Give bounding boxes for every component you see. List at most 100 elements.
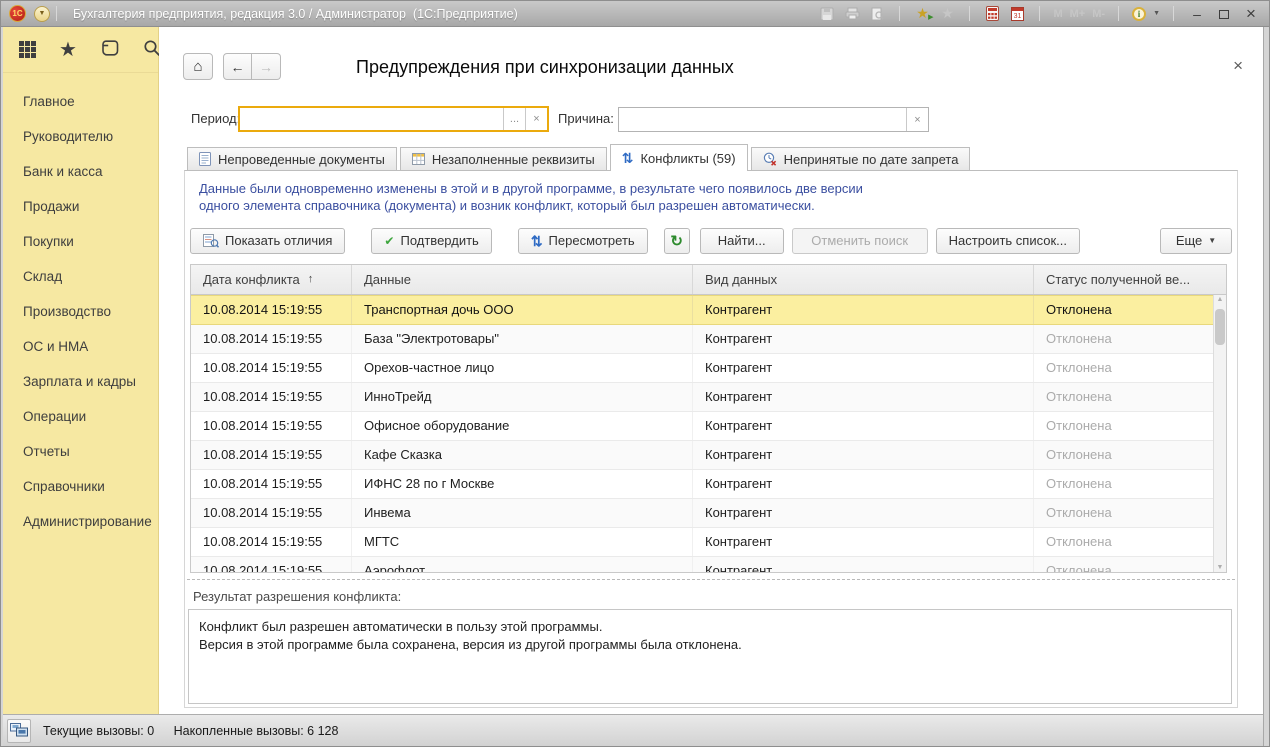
- favorites-icon[interactable]: ★: [938, 5, 956, 22]
- sidebar-item[interactable]: Склад: [1, 259, 158, 294]
- add-to-favorites-icon[interactable]: ★ ▶: [913, 5, 931, 22]
- sidebar-item[interactable]: Операции: [1, 399, 158, 434]
- scroll-up-icon[interactable]: ▲: [1214, 296, 1226, 303]
- status-calls-text: Текущие вызовы: 0 Накопленные вызовы: 6 …: [43, 724, 354, 738]
- cancel-search-button[interactable]: Отменить поиск: [792, 228, 928, 254]
- sidebar-item[interactable]: Справочники: [1, 469, 158, 504]
- calculator-icon[interactable]: [983, 5, 1001, 22]
- save-icon[interactable]: [818, 5, 836, 22]
- home-button[interactable]: ⌂: [183, 53, 213, 80]
- tab-rejected-by-date[interactable]: Непринятые по дате запрета: [751, 147, 971, 171]
- column-header-status[interactable]: Статус полученной ве...: [1034, 265, 1226, 294]
- tab-unposted-documents[interactable]: Непроведенные документы: [187, 147, 397, 171]
- period-input[interactable]: [240, 108, 503, 130]
- show-differences-button[interactable]: Показать отличия: [190, 228, 345, 254]
- sidebar-item[interactable]: Главное: [1, 84, 158, 119]
- cell-data: Транспортная дочь ООО: [352, 296, 693, 324]
- diff-icon: [203, 233, 219, 249]
- confirm-button[interactable]: ✔ Подтвердить: [371, 228, 491, 254]
- period-label: Период:: [191, 106, 240, 132]
- main-menu-chevron-icon[interactable]: ▼: [34, 6, 50, 22]
- column-header-data[interactable]: Данные: [352, 265, 693, 294]
- refresh-icon: ↻: [670, 232, 683, 250]
- sidebar-item[interactable]: Администрирование: [1, 504, 158, 539]
- window-title: Бухгалтерия предприятия, редакция 3.0 / …: [73, 7, 518, 21]
- sidebar-item[interactable]: Руководителю: [1, 119, 158, 154]
- cell-conflict-date: 10.08.2014 15:19:55: [191, 383, 352, 411]
- print-icon[interactable]: [843, 5, 861, 22]
- reason-input[interactable]: [619, 108, 906, 131]
- splitter-handle[interactable]: [187, 579, 1235, 580]
- table-row[interactable]: 10.08.2014 15:19:55 Транспортная дочь ОО…: [191, 295, 1213, 325]
- tab-unfilled-attributes[interactable]: Незаполненные реквизиты: [400, 147, 607, 171]
- table-row[interactable]: 10.08.2014 15:19:55 База "Электротовары"…: [191, 325, 1213, 354]
- scroll-down-icon[interactable]: ▼: [1214, 564, 1226, 571]
- calendar-icon[interactable]: 31: [1008, 5, 1026, 22]
- review-button[interactable]: ⇅ Пересмотреть: [518, 228, 648, 254]
- maximize-button[interactable]: [1214, 6, 1234, 22]
- cell-status: Отклонена: [1034, 528, 1213, 556]
- refresh-button[interactable]: ↻: [664, 228, 690, 254]
- table-row[interactable]: 10.08.2014 15:19:55 Кафе Сказка Контраге…: [191, 441, 1213, 470]
- form-close-icon[interactable]: ×: [1233, 56, 1243, 76]
- more-button[interactable]: Еще ▼: [1160, 228, 1232, 254]
- table-row[interactable]: 10.08.2014 15:19:55 ИФНС 28 по г Москве …: [191, 470, 1213, 499]
- info-chevron-icon[interactable]: ▼: [1153, 10, 1160, 17]
- close-button[interactable]: ×: [1241, 4, 1261, 24]
- print-preview-icon[interactable]: [868, 5, 886, 22]
- cell-status: Отклонена: [1034, 412, 1213, 440]
- cell-kind: Контрагент: [693, 470, 1034, 498]
- table-row[interactable]: 10.08.2014 15:19:55 МГТС Контрагент Откл…: [191, 528, 1213, 557]
- find-button[interactable]: Найти...: [700, 228, 784, 254]
- sidebar-item[interactable]: Производство: [1, 294, 158, 329]
- column-header-kind[interactable]: Вид данных: [693, 265, 1034, 294]
- vertical-scrollbar[interactable]: ▲ ▼: [1213, 295, 1226, 572]
- scrollbar-thumb[interactable]: [1215, 309, 1225, 345]
- cell-data: ИФНС 28 по г Москве: [352, 470, 693, 498]
- history-icon[interactable]: [100, 39, 120, 60]
- reason-field-group: ×: [618, 107, 929, 132]
- column-header-date[interactable]: Дата конфликта ↑: [191, 265, 352, 294]
- cell-kind: Контрагент: [693, 354, 1034, 382]
- tab-conflicts[interactable]: ⇅ Конфликты (59): [610, 144, 748, 171]
- forward-button[interactable]: →: [252, 53, 281, 80]
- cell-kind: Контрагент: [693, 557, 1034, 572]
- sidebar-item[interactable]: Продажи: [1, 189, 158, 224]
- sidebar-item[interactable]: Покупки: [1, 224, 158, 259]
- cell-kind: Контрагент: [693, 499, 1034, 527]
- cell-data: МГТС: [352, 528, 693, 556]
- cell-status: Отклонена: [1034, 441, 1213, 469]
- memory-plus-button[interactable]: M+: [1070, 8, 1086, 20]
- info-icon[interactable]: i: [1132, 7, 1146, 21]
- sidebar-item[interactable]: Зарплата и кадры: [1, 364, 158, 399]
- memory-minus-button[interactable]: M-: [1092, 8, 1105, 20]
- server-calls-button[interactable]: [7, 719, 31, 743]
- table-row[interactable]: 10.08.2014 15:19:55 Орехов-частное лицо …: [191, 354, 1213, 383]
- titlebar-separator: [1039, 6, 1040, 21]
- cell-conflict-date: 10.08.2014 15:19:55: [191, 325, 352, 353]
- sidebar-menu: ГлавноеРуководителюБанк и кассаПродажиПо…: [1, 73, 158, 539]
- favorites-star-icon[interactable]: ★: [59, 40, 77, 60]
- tab-bar: Непроведенные документы Незаполненные ре…: [187, 144, 973, 171]
- cell-status: Отклонена: [1034, 296, 1213, 324]
- cell-conflict-date: 10.08.2014 15:19:55: [191, 528, 352, 556]
- table-row[interactable]: 10.08.2014 15:19:55 ИнноТрейд Контрагент…: [191, 383, 1213, 412]
- table-row[interactable]: 10.08.2014 15:19:55 Инвема Контрагент От…: [191, 499, 1213, 528]
- table-row[interactable]: 10.08.2014 15:19:55 Офисное оборудование…: [191, 412, 1213, 441]
- back-button[interactable]: ←: [223, 53, 252, 80]
- period-clear-button[interactable]: ×: [525, 108, 547, 130]
- sidebar-item[interactable]: Банк и касса: [1, 154, 158, 189]
- cell-kind: Контрагент: [693, 441, 1034, 469]
- period-ellipsis-button[interactable]: ...: [503, 108, 525, 130]
- minimize-button[interactable]: –: [1187, 6, 1207, 22]
- sections-menu-icon[interactable]: [19, 41, 36, 58]
- cell-kind: Контрагент: [693, 528, 1034, 556]
- titlebar-separator: [969, 6, 970, 21]
- sidebar-item[interactable]: ОС и НМА: [1, 329, 158, 364]
- table-row[interactable]: 10.08.2014 15:19:55 Аэрофлот Контрагент …: [191, 557, 1213, 572]
- configure-list-button[interactable]: Настроить список...: [936, 228, 1080, 254]
- sidebar-item[interactable]: Отчеты: [1, 434, 158, 469]
- titlebar-separator: [1173, 6, 1174, 21]
- reason-clear-button[interactable]: ×: [906, 108, 928, 131]
- memory-recall-button[interactable]: M: [1053, 8, 1062, 20]
